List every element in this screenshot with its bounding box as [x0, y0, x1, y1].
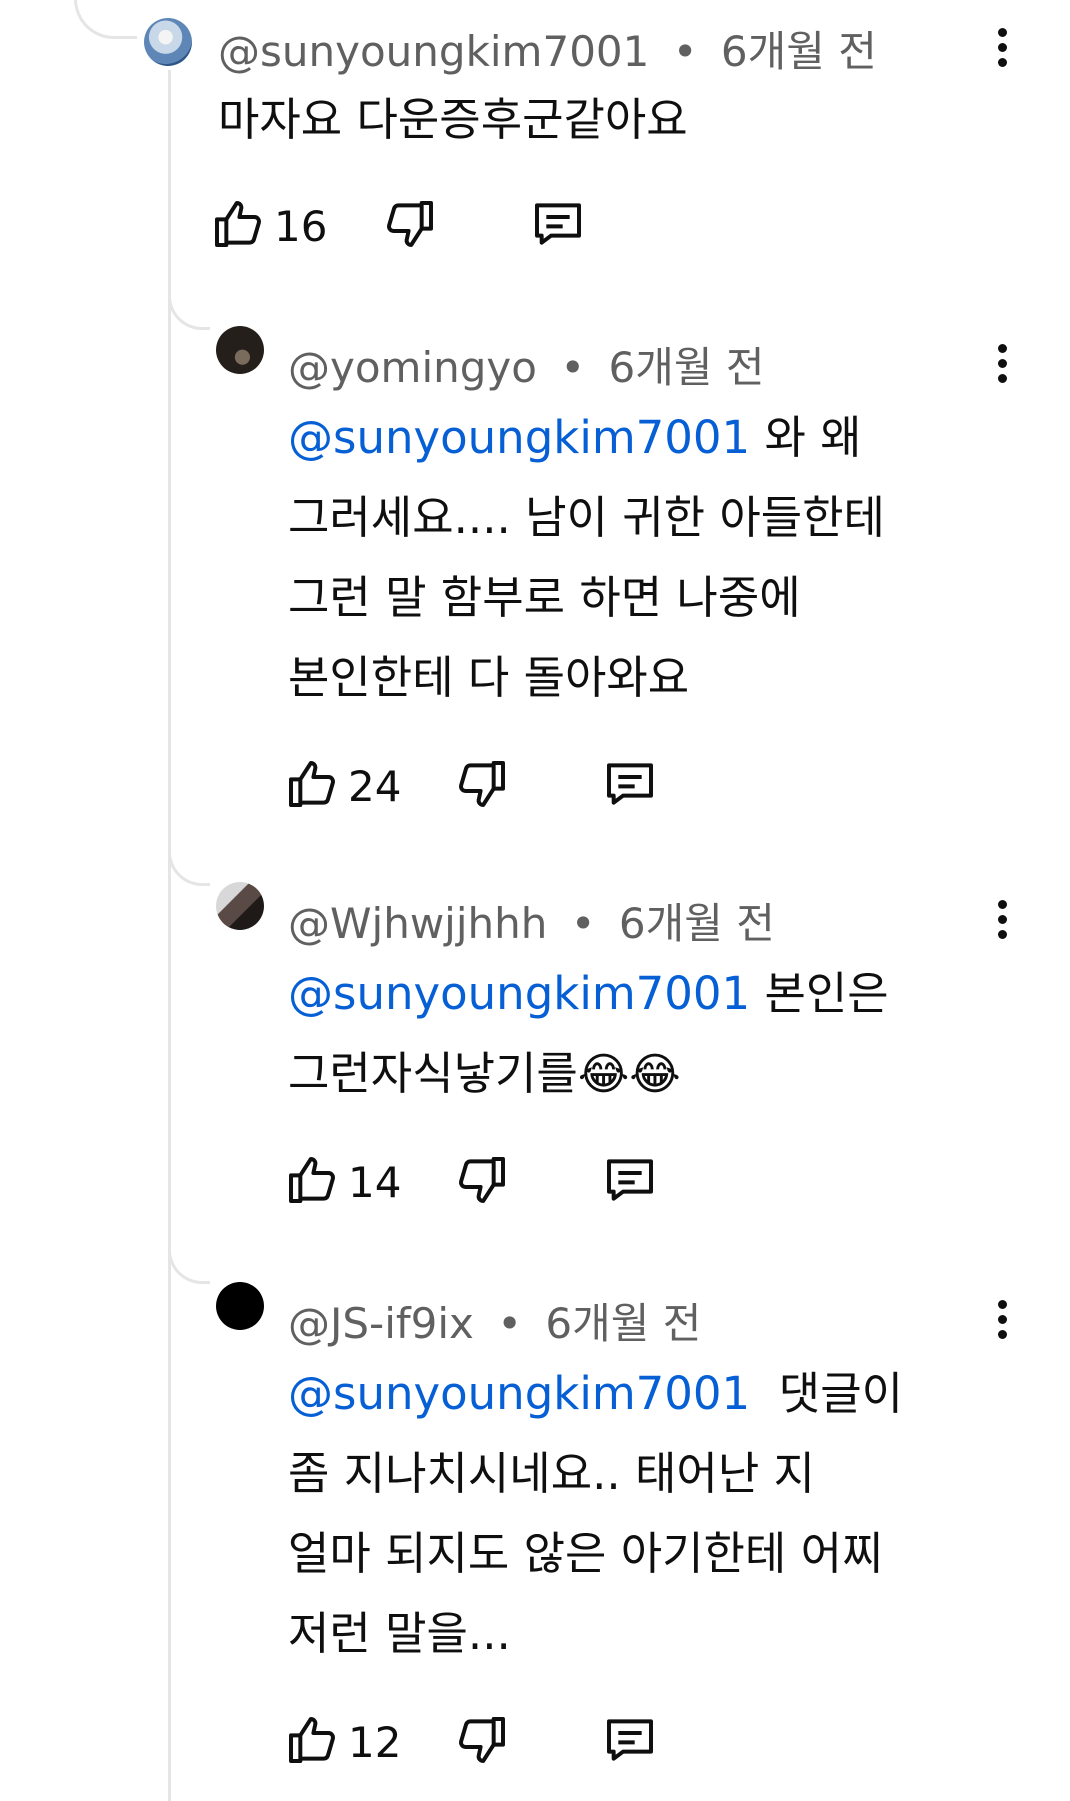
- comment-reply-icon[interactable]: [602, 1152, 658, 1208]
- like-count: 24: [348, 762, 402, 811]
- comment-text: @sunyoungkim7001 본인은그런자식낳기를😂😂: [288, 954, 1008, 1115]
- thumbs-down-icon[interactable]: [454, 1152, 510, 1208]
- comment-actions: 12: [284, 1712, 664, 1768]
- thumbs-up-icon[interactable]: [284, 1152, 340, 1208]
- separator: •: [672, 27, 698, 76]
- comment-reply-icon[interactable]: [602, 756, 658, 812]
- thread-line: [168, 70, 171, 1801]
- thread-connector: [168, 290, 210, 330]
- comment-actions: 16: [210, 196, 590, 252]
- comment-text-body: 좀 지나치시네요.. 태어난 지 얼마 되지도 않은 아기한테 어찌 저런 말을…: [288, 1447, 884, 1660]
- avatar[interactable]: [144, 18, 192, 66]
- separator: •: [570, 899, 596, 948]
- like-count: 12: [348, 1718, 402, 1767]
- comment-text: @sunyoungkim7001 와 왜그러세요.... 남이 귀한 아들한테 …: [288, 398, 1008, 718]
- mention-link[interactable]: @sunyoungkim7001: [288, 967, 750, 1020]
- like-count: 16: [274, 202, 328, 251]
- thumbs-up-icon[interactable]: [284, 1712, 340, 1768]
- timestamp[interactable]: 6개월 전: [545, 1299, 701, 1348]
- mention-link[interactable]: @sunyoungkim7001: [288, 411, 750, 464]
- comment-header: @JS-if9ix • 6개월 전: [288, 1290, 701, 1351]
- thread-connector: [168, 846, 210, 886]
- username[interactable]: @sunyoungkim7001: [218, 27, 649, 76]
- comment-text-line: 와 왜: [750, 411, 862, 464]
- avatar[interactable]: [216, 326, 264, 374]
- avatar[interactable]: [216, 1282, 264, 1330]
- username[interactable]: @Wjhwjjhhh: [288, 899, 547, 948]
- comment-text-body: 그러세요.... 남이 귀한 아들한테 그런 말 함부로 하면 나중에 본인한테…: [288, 491, 885, 704]
- more-vertical-icon[interactable]: [996, 900, 1008, 948]
- comment-header: @yomingyo • 6개월 전: [288, 334, 764, 395]
- comment-actions: 24: [284, 756, 664, 812]
- comment-text-body: 그런자식낳기를: [288, 1047, 578, 1100]
- comment-text-line: 댓글이: [750, 1367, 903, 1420]
- thumbs-down-icon[interactable]: [454, 756, 510, 812]
- comment-reply-icon[interactable]: [602, 1712, 658, 1768]
- like-count: 14: [348, 1158, 402, 1207]
- separator: •: [560, 343, 586, 392]
- more-vertical-icon[interactable]: [996, 28, 1008, 76]
- timestamp[interactable]: 6개월 전: [721, 27, 877, 76]
- thumbs-up-icon[interactable]: [284, 756, 340, 812]
- username[interactable]: @JS-if9ix: [288, 1299, 474, 1348]
- timestamp[interactable]: 6개월 전: [619, 899, 775, 948]
- username[interactable]: @yomingyo: [288, 343, 537, 392]
- more-vertical-icon[interactable]: [996, 1300, 1008, 1348]
- avatar[interactable]: [216, 882, 264, 930]
- timestamp[interactable]: 6개월 전: [608, 343, 764, 392]
- thread-connector: [168, 1244, 210, 1284]
- comment-header: @Wjhwjjhhh • 6개월 전: [288, 890, 775, 951]
- thumbs-down-icon[interactable]: [382, 196, 438, 252]
- thread-connector-top: [74, 0, 137, 39]
- comment-text: 마자요 다운증후군같아요: [218, 93, 688, 146]
- separator: •: [497, 1299, 523, 1348]
- mention-link[interactable]: @sunyoungkim7001: [288, 1367, 750, 1420]
- comment-header: @sunyoungkim7001 • 6개월 전: [218, 18, 877, 79]
- more-vertical-icon[interactable]: [996, 344, 1008, 392]
- comment-reply-icon[interactable]: [530, 196, 586, 252]
- comment-actions: 14: [284, 1152, 664, 1208]
- thumbs-down-icon[interactable]: [454, 1712, 510, 1768]
- laughing-emoji: 😂😂: [577, 1049, 681, 1100]
- comment-text: @sunyoungkim7001 댓글이좀 지나치시네요.. 태어난 지 얼마 …: [288, 1354, 1008, 1674]
- thumbs-up-icon[interactable]: [210, 196, 266, 252]
- comment-text-line: 본인은: [750, 967, 889, 1020]
